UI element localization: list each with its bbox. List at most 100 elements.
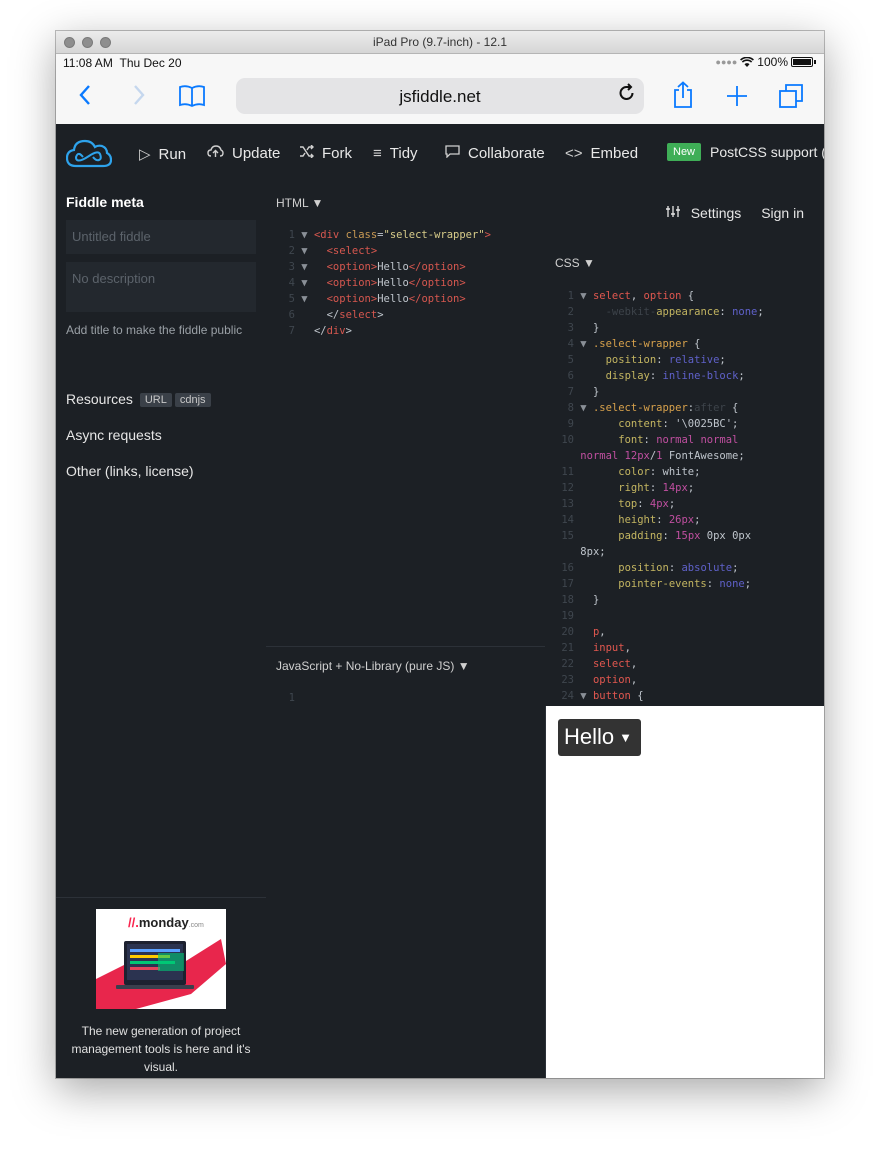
fold-arrow-icon[interactable]: ▼ — [301, 245, 314, 257]
shuffle-icon — [299, 144, 314, 162]
fork-button[interactable]: Fork — [299, 144, 352, 162]
fold-arrow-icon[interactable] — [580, 626, 593, 638]
html-code[interactable]: 1 ▼ <div class="select-wrapper"> 2 ▼ <se… — [276, 227, 491, 339]
tidy-button[interactable]: ≡ Tidy — [373, 145, 418, 162]
tabs-icon[interactable] — [778, 83, 804, 113]
fold-arrow-icon[interactable] — [580, 306, 593, 318]
sponsor-ad[interactable]: //.monday.com The new generation of proj… — [56, 897, 266, 1078]
fold-arrow-icon[interactable] — [580, 498, 593, 510]
run-button[interactable]: ▷ Run — [139, 145, 186, 163]
line-number: 2 — [276, 245, 302, 257]
share-icon[interactable] — [672, 81, 694, 113]
line-number: 8 — [555, 402, 581, 414]
window-title: iPad Pro (9.7-inch) - 12.1 — [372, 35, 508, 49]
code-token: { — [725, 402, 739, 414]
code-line: 1 ▼ <div class="select-wrapper"> — [276, 227, 491, 243]
result-pane[interactable]: Hello ▼ — [546, 706, 824, 1078]
js-pane-label[interactable]: JavaScript + No-Library (pure JS) ▼ — [276, 659, 470, 673]
css-editor-pane[interactable]: Settings Sign in CSS ▼ 1 ▼ select, optio… — [545, 184, 824, 706]
css-code[interactable]: 1 ▼ select, option { 2 -webkit-appearanc… — [555, 288, 764, 704]
resources-section[interactable]: Resources URL cdnjs — [66, 391, 211, 407]
async-requests-section[interactable]: Async requests — [66, 427, 162, 443]
hello-select[interactable]: Hello ▼ — [558, 719, 642, 756]
fold-arrow-icon[interactable] — [580, 386, 593, 398]
code-token: </ — [326, 309, 340, 321]
css-pane-label[interactable]: CSS ▼ — [555, 256, 595, 270]
fold-arrow-icon[interactable]: ▼ — [301, 229, 314, 241]
line-number: 3 — [555, 322, 581, 334]
jsfiddle-logo-icon[interactable] — [65, 138, 113, 175]
code-token: > — [484, 229, 491, 241]
code-token: inline-block — [662, 370, 739, 382]
embed-button[interactable]: <> Embed — [565, 145, 638, 162]
forward-icon[interactable] — [132, 84, 146, 110]
code-token: <div — [313, 229, 346, 241]
fold-arrow-icon[interactable] — [580, 514, 593, 526]
cdnjs-tag[interactable]: cdnjs — [174, 393, 211, 407]
fold-arrow-icon[interactable]: ▼ — [301, 261, 314, 273]
jsfiddle-toolbar: ▷ Run Update Fork ≡ Tidy Collaborate <> Emb… — [56, 124, 824, 184]
back-icon[interactable] — [78, 84, 92, 110]
ad-image[interactable]: //.monday.com — [96, 909, 226, 1009]
fold-arrow-icon[interactable] — [580, 370, 593, 382]
fold-arrow-icon[interactable]: ▼ — [301, 277, 314, 289]
fold-arrow-icon[interactable]: ▼ — [580, 338, 593, 350]
code-token: Hello — [377, 277, 409, 289]
other-links-section[interactable]: Other (links, license) — [66, 463, 194, 479]
code-token: } — [592, 386, 600, 398]
fold-arrow-icon[interactable] — [580, 674, 593, 686]
fold-arrow-icon[interactable]: ▼ — [580, 690, 593, 702]
fold-arrow-icon[interactable] — [301, 692, 314, 704]
html-editor-pane[interactable]: HTML ▼ 1 ▼ <div class="select-wrapper"> … — [266, 184, 546, 646]
line-number: 3 — [276, 261, 302, 273]
code-token: ; — [732, 562, 739, 574]
line-number: 19 — [555, 610, 581, 622]
fold-arrow-icon[interactable] — [580, 322, 593, 334]
reload-icon[interactable] — [618, 82, 636, 108]
window-titlebar: iPad Pro (9.7-inch) - 12.1 — [56, 31, 824, 54]
fold-arrow-icon[interactable] — [580, 610, 593, 622]
js-code[interactable]: 1 — [276, 690, 314, 706]
collaborate-button[interactable]: Collaborate — [445, 145, 545, 162]
sign-in-button[interactable]: Sign in — [761, 205, 804, 221]
line-number: 2 — [555, 306, 581, 318]
settings-button[interactable]: Settings — [665, 205, 741, 221]
js-editor-pane[interactable]: JavaScript + No-Library (pure JS) ▼ 1 — [266, 646, 546, 1078]
fold-arrow-icon[interactable] — [580, 466, 593, 478]
html-pane-label[interactable]: HTML ▼ — [276, 196, 323, 210]
fold-arrow-icon[interactable] — [580, 530, 593, 542]
fold-arrow-icon[interactable] — [580, 418, 593, 430]
new-tab-icon[interactable] — [726, 85, 748, 111]
fold-arrow-icon[interactable]: ▼ — [580, 290, 593, 302]
fold-arrow-icon[interactable]: ▼ — [580, 402, 593, 414]
fold-arrow-icon[interactable] — [580, 562, 593, 574]
code-line: normal 12px/1 FontAwesome; — [555, 448, 764, 464]
code-token: .select-wrapper — [592, 338, 688, 350]
url-tag[interactable]: URL — [139, 393, 172, 407]
fold-arrow-icon[interactable] — [580, 642, 593, 654]
fold-arrow-icon[interactable] — [580, 578, 593, 590]
fold-arrow-icon[interactable] — [301, 309, 314, 321]
code-token: : — [656, 354, 669, 366]
fold-arrow-icon[interactable] — [580, 658, 593, 670]
fold-arrow-icon[interactable] — [580, 434, 593, 446]
fold-arrow-icon[interactable] — [301, 325, 314, 337]
fold-arrow-icon[interactable] — [580, 354, 593, 366]
fiddle-description-input[interactable]: No description — [66, 262, 256, 312]
bookmarks-icon[interactable] — [178, 84, 206, 112]
code-token: FontAwesome; — [662, 450, 745, 462]
address-bar[interactable]: jsfiddle.net — [236, 78, 644, 114]
update-button[interactable]: Update — [207, 145, 280, 162]
fiddle-title-input[interactable]: Untitled fiddle — [66, 220, 256, 254]
postcss-announcement-link[interactable]: PostCSS support ( — [710, 144, 824, 160]
fold-arrow-icon[interactable] — [580, 482, 593, 494]
battery-percent: 100% — [757, 55, 788, 69]
fold-arrow-icon[interactable] — [580, 594, 593, 606]
code-line: 8 ▼ .select-wrapper:after { — [555, 400, 764, 416]
code-token: option — [592, 674, 631, 686]
ad-text[interactable]: The new generation of project management… — [66, 1022, 256, 1076]
fold-arrow-icon[interactable]: ▼ — [301, 293, 314, 305]
code-token: pointer-events — [618, 578, 707, 590]
code-token: div — [326, 325, 346, 337]
code-line: 20 p, — [555, 624, 764, 640]
